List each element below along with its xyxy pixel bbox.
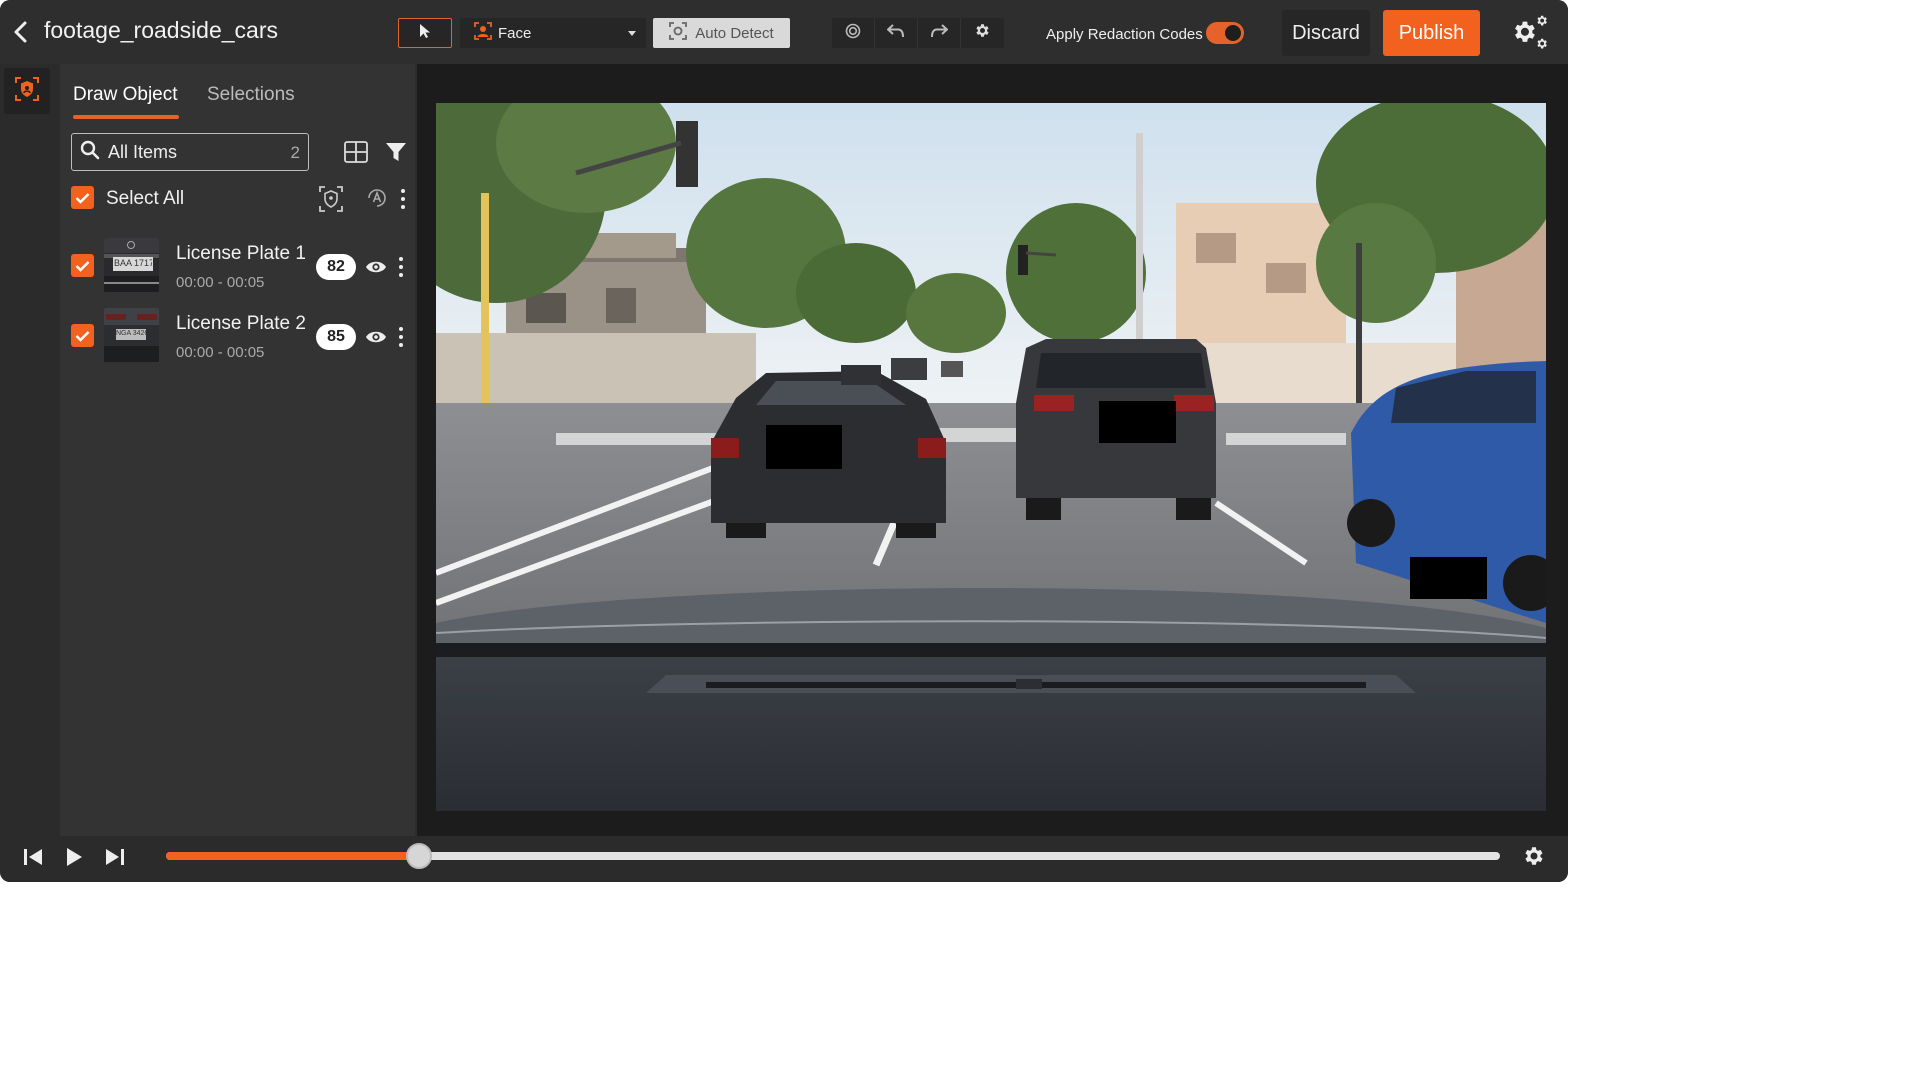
- list-item[interactable]: BAA 1717 License Plate 1 00:00 - 00:05 8…: [60, 238, 415, 300]
- select-all-menu-button[interactable]: [400, 189, 406, 209]
- search-placeholder: All Items: [108, 141, 178, 162]
- item-thumbnail: BAA 1717: [104, 238, 159, 292]
- toggle-knob: [1225, 25, 1241, 41]
- play-icon[interactable]: [64, 846, 90, 868]
- app-window: footage_roadside_cars Face Auto Detect A…: [0, 0, 1568, 882]
- top-bar: footage_roadside_cars Face Auto Detect A…: [0, 0, 1568, 64]
- redaction-box-plate-1[interactable]: [766, 425, 842, 469]
- edit-toolbar: [832, 18, 1004, 48]
- redaction-box-plate-3[interactable]: [1410, 557, 1487, 599]
- shield-face-icon: [14, 76, 40, 107]
- redaction-panel-button[interactable]: [4, 68, 50, 114]
- item-thumbnail: NGA 3426: [104, 308, 159, 362]
- scan-icon: [669, 22, 688, 44]
- discard-button[interactable]: Discard: [1282, 10, 1370, 56]
- grid-icon[interactable]: [343, 140, 369, 164]
- timeline-progress: [166, 852, 420, 860]
- confidence-badge: 82: [316, 254, 356, 280]
- publish-button[interactable]: Publish: [1383, 10, 1480, 56]
- step-back-icon[interactable]: [22, 846, 48, 868]
- item-checkbox[interactable]: [71, 254, 94, 277]
- search-result-count: 2: [290, 143, 300, 162]
- apply-redaction-codes-label: Apply Redaction Codes: [1046, 26, 1203, 43]
- auto-redact-icon[interactable]: [365, 186, 389, 210]
- apply-redaction-codes-toggle[interactable]: [1206, 22, 1244, 44]
- left-rail: [0, 64, 58, 836]
- target-button[interactable]: [832, 18, 875, 48]
- gear-icon: [974, 22, 991, 44]
- auto-detect-button[interactable]: Auto Detect: [653, 18, 790, 48]
- item-time-range: 00:00 - 00:05: [176, 344, 265, 361]
- video-frame[interactable]: [436, 103, 1546, 811]
- step-forward-icon[interactable]: [104, 846, 130, 868]
- search-icon: [80, 140, 100, 165]
- redo-icon: [930, 23, 948, 43]
- item-title: License Plate 1: [176, 243, 306, 264]
- item-menu-button[interactable]: [398, 327, 404, 347]
- playback-settings-gear-icon[interactable]: [1522, 844, 1546, 868]
- confidence-badge: 85: [316, 324, 356, 350]
- item-title: License Plate 2: [176, 313, 306, 334]
- auto-detect-label: Auto Detect: [695, 24, 774, 42]
- select-all-checkbox[interactable]: [71, 186, 94, 209]
- active-tab-indicator: [73, 115, 179, 119]
- item-menu-button[interactable]: [398, 257, 404, 277]
- back-arrow-icon[interactable]: [10, 20, 32, 44]
- item-checkbox[interactable]: [71, 324, 94, 347]
- search-input[interactable]: All Items 2: [71, 133, 309, 171]
- redaction-box-plate-2[interactable]: [1099, 401, 1176, 443]
- undo-icon: [887, 23, 905, 43]
- bulk-redact-button[interactable]: [318, 185, 344, 213]
- detection-mode-label: Face: [498, 24, 532, 42]
- item-plate-text: BAA 1717: [114, 258, 152, 268]
- timeline-track[interactable]: [166, 843, 1500, 869]
- eye-icon[interactable]: [365, 329, 387, 345]
- chevron-down-icon: [628, 31, 636, 36]
- item-time-range: 00:00 - 00:05: [176, 274, 265, 291]
- tab-draw-object[interactable]: Draw Object: [73, 84, 178, 106]
- list-item[interactable]: NGA 3426 License Plate 2 00:00 - 00:05 8…: [60, 308, 415, 370]
- redo-button[interactable]: [918, 18, 961, 48]
- detection-mode-dropdown[interactable]: Face: [460, 18, 646, 48]
- face-icon: [474, 21, 492, 45]
- settings-gears-icon[interactable]: [1508, 14, 1550, 52]
- select-tool-button[interactable]: [398, 18, 452, 48]
- toolbar-settings-button[interactable]: [961, 18, 1004, 48]
- target-icon: [845, 23, 861, 44]
- undo-button[interactable]: [875, 18, 918, 48]
- file-title: footage_roadside_cars: [44, 17, 278, 43]
- item-plate-text: NGA 3426: [116, 330, 146, 337]
- select-all-label: Select All: [106, 188, 185, 209]
- tab-selections[interactable]: Selections: [207, 84, 295, 106]
- filter-icon[interactable]: [385, 141, 407, 163]
- eye-icon[interactable]: [365, 259, 387, 275]
- side-panel: Draw Object Selections All Items 2 Selec…: [60, 64, 415, 836]
- pointer-icon: [418, 23, 432, 44]
